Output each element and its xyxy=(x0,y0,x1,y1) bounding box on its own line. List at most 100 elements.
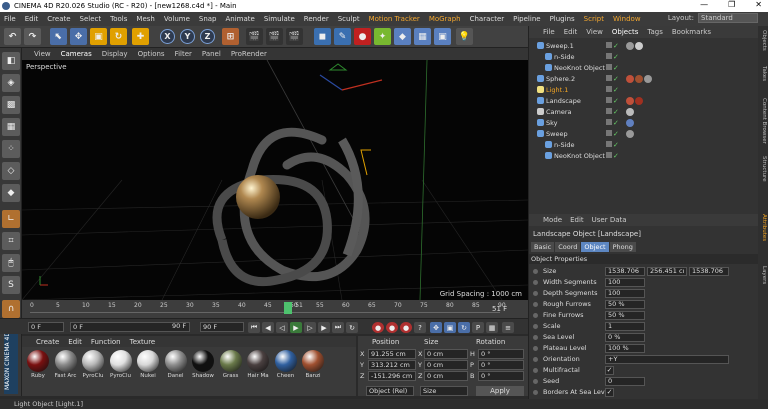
menu-plugins[interactable]: Plugins xyxy=(550,15,575,23)
previous-frame-icon[interactable]: ◁ xyxy=(276,322,288,333)
object-menu-objects[interactable]: Objects xyxy=(612,28,638,36)
visibility-toggles[interactable]: ✓ xyxy=(606,140,622,149)
property-animate-icon[interactable] xyxy=(533,390,538,395)
size-field[interactable]: 0 cm xyxy=(424,349,468,359)
property-value-field[interactable]: 0 % xyxy=(605,333,645,342)
property-animate-icon[interactable] xyxy=(533,302,538,307)
scale-tool-icon[interactable]: ▣ xyxy=(90,28,107,45)
material-swatch[interactable]: Banzi xyxy=(301,350,325,386)
material-swatch[interactable]: Shadow xyxy=(191,350,215,386)
material-swatch[interactable]: Danel xyxy=(164,350,188,386)
attribute-menu-edit[interactable]: Edit xyxy=(570,216,584,224)
side-tab[interactable]: Content Browser xyxy=(759,98,767,144)
object-tag-icon[interactable] xyxy=(626,41,634,50)
maximize-button[interactable]: ❐ xyxy=(728,0,735,9)
material-swatch[interactable]: Ruby xyxy=(26,350,50,386)
rotation-field[interactable]: 0 ° xyxy=(478,349,524,359)
visibility-toggles[interactable]: ✓ xyxy=(606,118,622,127)
property-animate-icon[interactable] xyxy=(533,291,538,296)
object-tag-icon[interactable] xyxy=(626,129,634,138)
attribute-menu-mode[interactable]: Mode xyxy=(543,216,562,224)
visibility-toggles[interactable]: ✓ xyxy=(606,151,622,160)
object-row[interactable]: NeoKnot Object ✓ xyxy=(529,62,759,73)
side-tab[interactable]: Objects xyxy=(759,30,767,51)
object-menu-tags[interactable]: Tags xyxy=(647,28,663,36)
menu-edit[interactable]: Edit xyxy=(25,15,39,23)
menu-character[interactable]: Character xyxy=(470,15,505,23)
magnet-icon[interactable]: ∩ xyxy=(2,300,20,318)
camera-icon[interactable]: ▣ xyxy=(434,28,451,45)
material-swatch[interactable]: PyroClu xyxy=(81,350,105,386)
material-menu-texture[interactable]: Texture xyxy=(130,338,156,346)
attribute-menu-user-data[interactable]: User Data xyxy=(592,216,627,224)
object-row[interactable]: Sphere.2 ✓ xyxy=(529,73,759,84)
object-row[interactable]: Sky ✓ xyxy=(529,117,759,128)
visibility-toggles[interactable]: ✓ xyxy=(606,52,622,61)
rotation-field[interactable]: 0 ° xyxy=(478,371,524,381)
tab-coord[interactable]: Coord xyxy=(555,242,581,252)
property-animate-icon[interactable] xyxy=(533,357,538,362)
object-menu-file[interactable]: File xyxy=(543,28,555,36)
side-tab[interactable]: Layers xyxy=(759,266,767,284)
menu-render[interactable]: Render xyxy=(304,15,329,23)
menu-snap[interactable]: Snap xyxy=(199,15,217,23)
object-row[interactable]: n-Side ✓ xyxy=(529,51,759,62)
key-pla-icon[interactable]: ▦ xyxy=(486,322,498,333)
select-tool-icon[interactable]: ⬉ xyxy=(50,28,67,45)
deformer-icon[interactable]: ◆ xyxy=(394,28,411,45)
property-animate-icon[interactable] xyxy=(533,269,538,274)
timeline-playhead[interactable] xyxy=(284,302,292,314)
coordinate-mode-dropdown[interactable]: Object (Rel) xyxy=(366,386,414,396)
viewport-menu-cameras[interactable]: Cameras xyxy=(61,50,92,58)
cloner-icon[interactable]: ✦ xyxy=(374,28,391,45)
property-animate-icon[interactable] xyxy=(533,324,538,329)
object-menu-bookmarks[interactable]: Bookmarks xyxy=(672,28,711,36)
floor-icon[interactable]: ▦ xyxy=(414,28,431,45)
x-axis-handle[interactable] xyxy=(341,79,383,91)
key-position-icon[interactable]: ✥ xyxy=(430,322,442,333)
object-tag-icon[interactable] xyxy=(626,118,634,127)
material-swatch[interactable]: PyroClu xyxy=(109,350,133,386)
size-field[interactable]: 0 cm xyxy=(424,360,468,370)
edges-mode-icon[interactable]: ◇ xyxy=(2,162,20,180)
object-row[interactable]: n-Side ✓ xyxy=(529,139,759,150)
object-tag-icon[interactable] xyxy=(644,74,652,83)
tab-basic[interactable]: Basic xyxy=(531,242,555,252)
minimize-button[interactable]: — xyxy=(700,0,708,9)
object-tag-icon[interactable] xyxy=(635,41,643,50)
menu-mesh[interactable]: Mesh xyxy=(136,15,154,23)
x-axis-toggle[interactable]: X xyxy=(160,29,175,44)
key-parameter-icon[interactable]: P xyxy=(472,322,484,333)
next-frame-icon[interactable]: ▷ xyxy=(304,322,316,333)
apply-button[interactable]: Apply xyxy=(476,386,524,396)
visibility-toggles[interactable]: ✓ xyxy=(606,129,622,138)
subdivision-icon[interactable]: ● xyxy=(354,28,371,45)
selected-spline[interactable] xyxy=(360,149,371,176)
visibility-toggles[interactable]: ✓ xyxy=(606,96,622,105)
menu-create[interactable]: Create xyxy=(47,15,70,23)
property-value-field[interactable]: 100 % xyxy=(605,344,645,353)
property-value-field[interactable]: 100 xyxy=(605,289,645,298)
material-swatch[interactable]: Grass xyxy=(219,350,243,386)
object-tag-icon[interactable] xyxy=(626,96,634,105)
property-value-field[interactable]: 1538.706 xyxy=(689,267,729,276)
object-tag-icon[interactable] xyxy=(635,96,643,105)
material-menu-edit[interactable]: Edit xyxy=(68,338,82,346)
object-row[interactable]: Camera ✓ xyxy=(529,106,759,117)
object-menu-edit[interactable]: Edit xyxy=(564,28,578,36)
make-editable-icon[interactable]: ◧ xyxy=(2,52,20,70)
end-frame-field[interactable]: 90 F xyxy=(200,322,244,332)
autokey-icon[interactable]: ● xyxy=(386,322,398,333)
property-value-field[interactable]: 100 xyxy=(605,278,645,287)
position-field[interactable]: 313.212 cm xyxy=(368,360,416,370)
material-swatch[interactable]: Hair Ma xyxy=(246,350,270,386)
material-swatch[interactable]: Nukei xyxy=(136,350,160,386)
tweak-icon[interactable]: ⌗ xyxy=(2,232,20,250)
object-row[interactable]: Light.1 ✓ xyxy=(529,84,759,95)
rotation-field[interactable]: 0 ° xyxy=(478,360,524,370)
light-icon[interactable]: 💡 xyxy=(456,28,473,45)
menu-tools[interactable]: Tools xyxy=(110,15,127,23)
menu-window[interactable]: Window xyxy=(613,15,641,23)
object-tag-icon[interactable] xyxy=(626,74,634,83)
key-scale-icon[interactable]: ▣ xyxy=(444,322,456,333)
